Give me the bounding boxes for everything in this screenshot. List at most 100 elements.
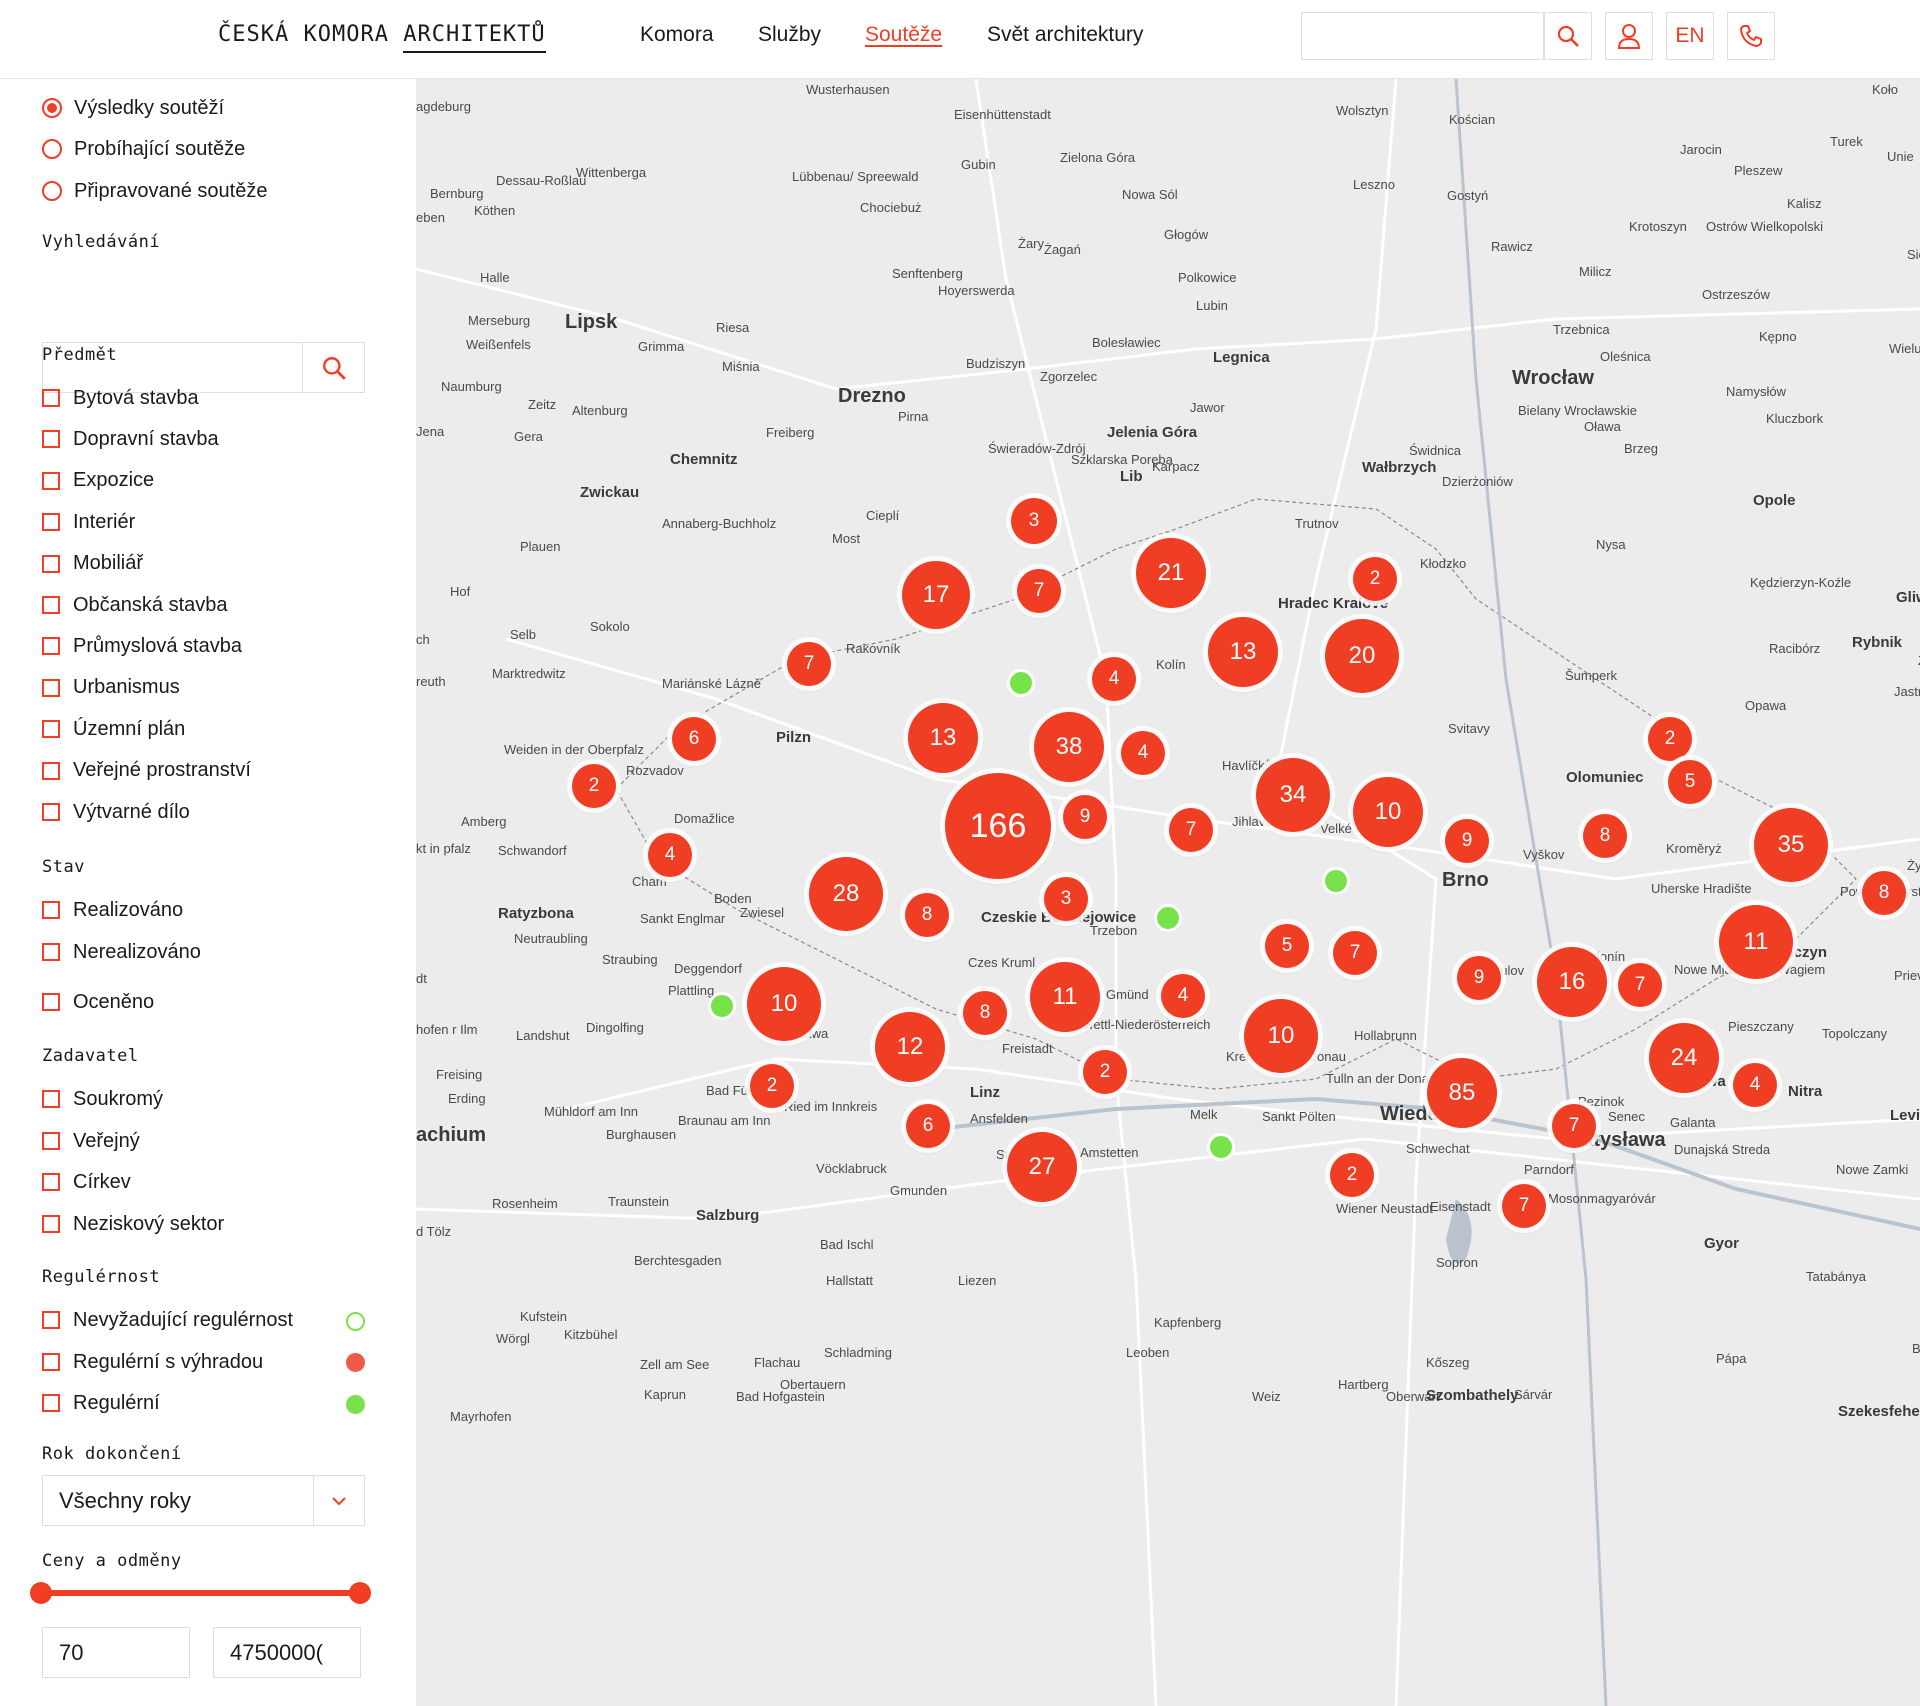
map-cluster-marker[interactable]: 4 xyxy=(1092,657,1136,701)
map-cluster-marker[interactable]: 9 xyxy=(1457,956,1501,1000)
radio-vysledky[interactable]: Výsledky soutěží xyxy=(42,95,224,121)
checkbox-subject[interactable]: Veřejné prostranství xyxy=(42,758,251,784)
checkbox[interactable] xyxy=(42,901,60,919)
prize-slider-min-handle[interactable] xyxy=(30,1582,52,1604)
map-cluster-marker[interactable]: 4 xyxy=(648,833,692,877)
checkbox[interactable] xyxy=(42,943,60,961)
checkbox-subject[interactable]: Průmyslová stavba xyxy=(42,633,242,659)
header-search-input[interactable] xyxy=(1301,12,1544,60)
checkbox-regulerni[interactable]: Regulérní xyxy=(42,1390,160,1416)
map-cluster-marker[interactable]: 12 xyxy=(875,1012,945,1082)
nav-souteze[interactable]: Soutěže xyxy=(865,23,942,47)
checkbox[interactable] xyxy=(42,1311,60,1329)
map-cluster-marker[interactable]: 4 xyxy=(1733,1063,1777,1107)
checkbox[interactable] xyxy=(42,513,60,532)
checkbox[interactable] xyxy=(42,1132,60,1150)
map-cluster-marker[interactable]: 5 xyxy=(1265,924,1309,968)
checkbox-subject[interactable]: Mobiliář xyxy=(42,551,143,577)
checkbox-oceneno[interactable]: Oceněno xyxy=(42,989,154,1015)
checkbox[interactable] xyxy=(42,803,60,821)
map-cluster-marker[interactable]: 3 xyxy=(1011,498,1057,544)
radio[interactable] xyxy=(42,181,62,201)
header-search-button[interactable] xyxy=(1544,12,1592,60)
nav-komora[interactable]: Komora xyxy=(640,23,714,47)
checkbox[interactable] xyxy=(42,761,60,780)
map-green-marker[interactable] xyxy=(1154,904,1182,932)
map-cluster-marker[interactable]: 2 xyxy=(750,1064,794,1108)
map-cluster-marker[interactable]: 21 xyxy=(1136,538,1206,608)
map-cluster-marker[interactable]: 10 xyxy=(747,967,821,1041)
map-green-marker[interactable] xyxy=(708,992,736,1020)
map-cluster-marker[interactable]: 10 xyxy=(1353,777,1423,847)
map-cluster-marker[interactable]: 6 xyxy=(672,717,716,761)
checkbox[interactable] xyxy=(42,596,60,614)
logo[interactable]: ČESKÁ KOMORA ARCHITEKTŮ xyxy=(218,22,546,53)
checkbox[interactable] xyxy=(42,389,60,407)
map-cluster-marker[interactable]: 35 xyxy=(1754,808,1828,882)
checkbox[interactable] xyxy=(42,1173,60,1191)
radio-pripravovane[interactable]: Připravované soutěže xyxy=(42,178,267,204)
prize-max-input[interactable]: 4750000( xyxy=(213,1627,361,1678)
prize-min-input[interactable]: 70 xyxy=(42,1627,190,1678)
map-green-marker[interactable] xyxy=(1007,669,1035,697)
map-cluster-marker[interactable]: 7 xyxy=(787,642,831,686)
checkbox[interactable] xyxy=(42,720,60,739)
checkbox[interactable] xyxy=(42,554,60,573)
checkbox-neziskovy[interactable]: Neziskový sektor xyxy=(42,1211,224,1237)
checkbox[interactable] xyxy=(42,471,60,490)
checkbox[interactable] xyxy=(42,637,60,656)
checkbox-subject[interactable]: Územní plán xyxy=(42,716,185,742)
map-cluster-marker[interactable]: 8 xyxy=(905,893,949,937)
checkbox-subject[interactable]: Bytová stavba xyxy=(42,385,199,411)
map-cluster-marker[interactable]: 17 xyxy=(902,561,970,629)
map-cluster-marker[interactable]: 24 xyxy=(1649,1023,1719,1093)
map-cluster-marker[interactable]: 34 xyxy=(1256,758,1330,832)
map-cluster-marker[interactable]: 13 xyxy=(908,703,978,773)
checkbox-realizovano[interactable]: Realizováno xyxy=(42,897,183,923)
map-cluster-marker[interactable]: 11 xyxy=(1719,905,1793,979)
map-cluster-marker[interactable]: 85 xyxy=(1427,1058,1497,1128)
checkbox[interactable] xyxy=(42,1394,60,1412)
checkbox[interactable] xyxy=(42,993,60,1011)
checkbox-s-vyhradou[interactable]: Regulérní s výhradou xyxy=(42,1349,263,1375)
map-cluster-marker[interactable]: 16 xyxy=(1537,947,1607,1017)
map-cluster-marker[interactable]: 7 xyxy=(1552,1104,1596,1148)
year-select[interactable]: Všechny roky xyxy=(42,1475,365,1526)
map-cluster-marker[interactable]: 7 xyxy=(1502,1184,1546,1228)
map-cluster-marker[interactable]: 7 xyxy=(1618,963,1662,1007)
map-cluster-marker[interactable]: 2 xyxy=(572,764,616,808)
map-cluster-marker[interactable]: 2 xyxy=(1083,1050,1127,1094)
checkbox-subject[interactable]: Urbanismus xyxy=(42,675,180,701)
map-cluster-marker[interactable]: 2 xyxy=(1353,557,1397,601)
phone-button[interactable] xyxy=(1727,12,1775,60)
map-cluster-marker[interactable]: 38 xyxy=(1034,712,1104,782)
map-cluster-marker[interactable]: 3 xyxy=(1044,877,1088,921)
map-cluster-marker[interactable]: 6 xyxy=(906,1104,950,1148)
checkbox-subject[interactable]: Expozice xyxy=(42,468,154,494)
checkbox-subject[interactable]: Interiér xyxy=(42,509,135,535)
user-button[interactable] xyxy=(1605,12,1653,60)
map-cluster-marker[interactable]: 2 xyxy=(1330,1153,1374,1197)
nav-svet-architektury[interactable]: Svět architektury xyxy=(987,23,1143,47)
map-cluster-marker[interactable]: 9 xyxy=(1445,819,1489,863)
checkbox-subject[interactable]: Dopravní stavba xyxy=(42,426,219,452)
map-green-marker[interactable] xyxy=(1207,1133,1235,1161)
map-cluster-marker[interactable]: 20 xyxy=(1325,619,1399,693)
map-cluster-marker[interactable]: 166 xyxy=(945,773,1051,879)
checkbox-nerealizovano[interactable]: Nerealizováno xyxy=(42,939,201,965)
checkbox[interactable] xyxy=(42,1090,60,1108)
map-cluster-marker[interactable]: 11 xyxy=(1030,962,1100,1032)
checkbox-subject[interactable]: Výtvarné dílo xyxy=(42,799,190,825)
map-canvas[interactable]: Wusterhausen Eisenhüttenstadt Wolsztyn Kośc… xyxy=(416,79,1920,1706)
checkbox-subject[interactable]: Občanská stavba xyxy=(42,592,228,618)
checkbox[interactable] xyxy=(42,678,60,697)
prize-slider-max-handle[interactable] xyxy=(349,1582,371,1604)
map-green-marker[interactable] xyxy=(1322,867,1350,895)
map-cluster-marker[interactable]: 2 xyxy=(1648,717,1692,761)
checkbox-nevyzadujici[interactable]: Nevyžadující regulérnost xyxy=(42,1307,293,1333)
checkbox[interactable] xyxy=(42,1353,60,1371)
map-cluster-marker[interactable]: 13 xyxy=(1208,617,1278,687)
radio[interactable] xyxy=(42,139,62,159)
map-cluster-marker[interactable]: 7 xyxy=(1169,808,1213,852)
map-cluster-marker[interactable]: 28 xyxy=(809,857,883,931)
